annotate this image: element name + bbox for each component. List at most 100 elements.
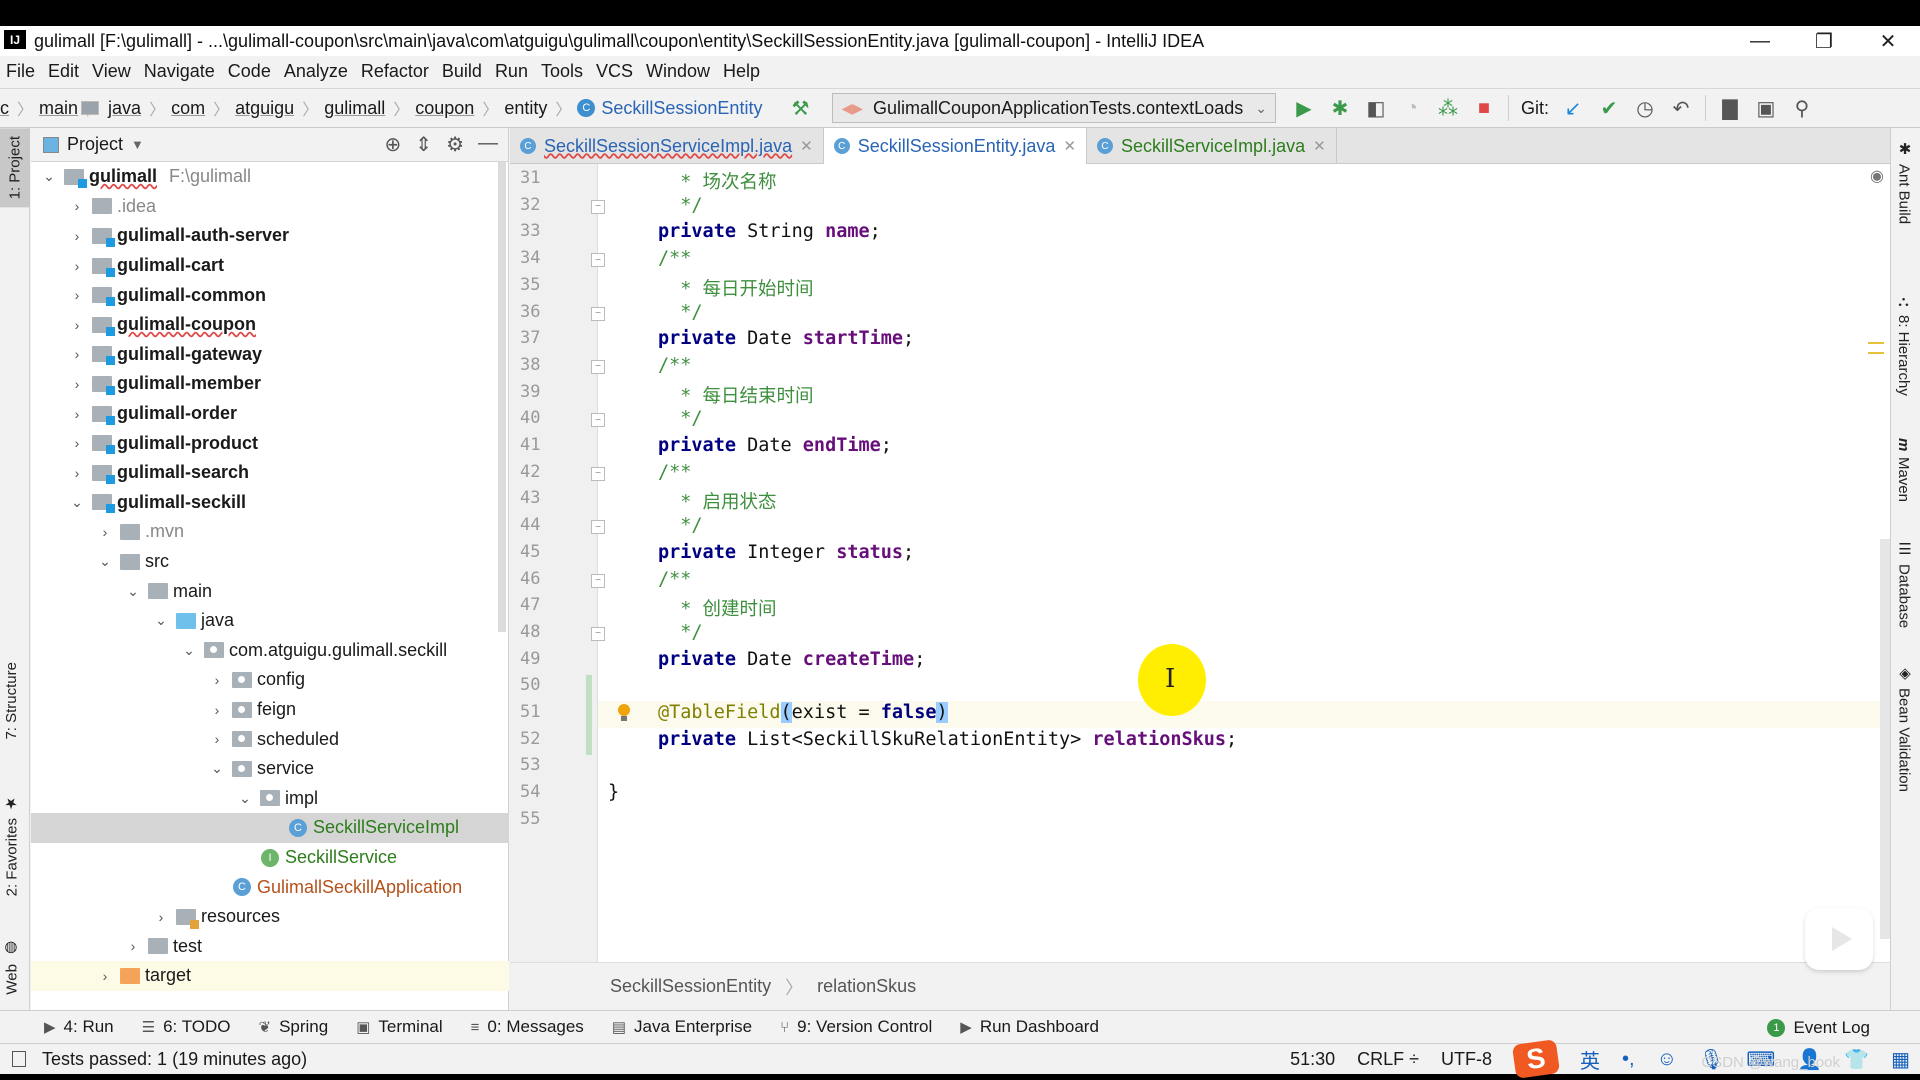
code-line[interactable]: * 启用状态	[658, 488, 776, 514]
close-tab-icon[interactable]: ✕	[800, 137, 813, 155]
code-line[interactable]: * 场次名称	[658, 168, 776, 194]
code-line[interactable]: private Date createTime;	[658, 649, 925, 670]
chevron-right-icon[interactable]: ›	[95, 524, 115, 540]
code-line[interactable]: * 每日结束时间	[658, 382, 813, 408]
menu-view[interactable]: View	[92, 61, 131, 82]
code-line[interactable]: */	[658, 515, 702, 536]
chevron-right-icon[interactable]: ›	[67, 317, 87, 333]
chevron-right-icon[interactable]: ›	[67, 465, 87, 481]
menu-refactor[interactable]: Refactor	[361, 61, 429, 82]
tree-item[interactable]: › feign	[31, 695, 509, 725]
tree-item[interactable]: › config	[31, 665, 509, 695]
code-line[interactable]: private Date endTime;	[658, 435, 892, 456]
code-line[interactable]: */	[658, 302, 702, 323]
nav-crumb-com[interactable]: com 〉	[81, 96, 229, 120]
close-button[interactable]: ✕	[1856, 26, 1920, 56]
warning-marker[interactable]	[1868, 352, 1884, 354]
tab-seckillsessionentity[interactable]: C SeckillSessionEntity.java ✕	[823, 128, 1088, 164]
tool-tab-terminal[interactable]: ▣ Terminal	[356, 1017, 442, 1037]
project-view-select[interactable]: Project	[67, 134, 123, 155]
code-line[interactable]: /**	[658, 569, 691, 590]
code-line[interactable]: private Integer status;	[658, 542, 914, 563]
tool-tab-java-enterprise[interactable]: ▤ Java Enterprise	[612, 1017, 752, 1037]
code-line[interactable]: private List<SeckillSkuRelationEntity> r…	[658, 729, 1237, 750]
tree-item[interactable]: ⌄ main	[31, 576, 509, 606]
tree-item[interactable]: ⌄ impl	[31, 784, 509, 814]
code-line[interactable]: * 每日开始时间	[658, 275, 813, 301]
event-log-button[interactable]: 1 Event Log	[1767, 1011, 1870, 1045]
menu-window[interactable]: Window	[646, 61, 710, 82]
menu-help[interactable]: Help	[723, 61, 760, 82]
tree-item[interactable]: ⌄ gulimall F:\gulimall	[31, 162, 509, 192]
tree-item[interactable]: › gulimall-product	[31, 428, 509, 458]
tool-tab-ant-build[interactable]: ✱ Ant Build	[1895, 140, 1914, 224]
tree-item[interactable]: › target	[31, 961, 509, 991]
vcs-change-marker[interactable]	[586, 675, 592, 756]
tool-tab-bean-validation[interactable]: ◈ Bean Validation	[1895, 664, 1914, 792]
tree-item[interactable]: › gulimall-member	[31, 369, 509, 399]
code-line[interactable]: /**	[658, 462, 691, 483]
tool-tab-hierarchy[interactable]: ⛬ 8: Hierarchy	[1895, 294, 1912, 396]
run-icon[interactable]: ▶	[1286, 96, 1322, 121]
tree-item[interactable]: ⌄ src	[31, 547, 509, 577]
tree-item[interactable]: › gulimall-gateway	[31, 340, 509, 370]
menu-vcs[interactable]: VCS	[596, 61, 633, 82]
tool-tab-messages[interactable]: ≡ 0: Messages	[471, 1017, 584, 1037]
tool-tab-structure[interactable]: 7: Structure	[3, 662, 20, 740]
tool-tab-spring[interactable]: ❦ Spring	[259, 1017, 329, 1037]
fold-toggle-icon[interactable]: −	[591, 573, 605, 588]
tree-item[interactable]: C GulimallSeckillApplication	[31, 872, 509, 902]
tool-tab-run[interactable]: ▶ 4: Run	[44, 1017, 114, 1037]
chevron-down-icon[interactable]: ⌄	[123, 583, 143, 600]
build-hammer-icon[interactable]: ⚒	[782, 96, 818, 121]
video-player-icon[interactable]	[1805, 908, 1873, 970]
tool-tab-database[interactable]: ☰ Database	[1895, 540, 1914, 628]
git-rollback-icon[interactable]: ↶	[1663, 96, 1699, 121]
menu-tools[interactable]: Tools	[541, 61, 583, 82]
code-line[interactable]: * 创建时间	[658, 595, 776, 621]
fold-toggle-icon[interactable]: −	[591, 466, 605, 481]
sogou-ime-icon[interactable]: S	[1511, 1039, 1561, 1079]
tree-item[interactable]: › resources	[31, 902, 509, 932]
chevron-right-icon[interactable]: ›	[67, 346, 87, 362]
chevron-right-icon[interactable]: ›	[207, 731, 227, 747]
caret-position[interactable]: 51:30	[1290, 1049, 1335, 1070]
code-line[interactable]: private Date startTime;	[658, 328, 914, 349]
fold-toggle-icon[interactable]: −	[591, 359, 605, 374]
status-message[interactable]: Tests passed: 1 (19 minutes ago)	[42, 1049, 307, 1070]
git-history-icon[interactable]: ◷	[1627, 96, 1663, 121]
code-editor[interactable]: 31 32 33 34 35 36 37 38 39 40 41 42 43 44 45 46 47 48 49 50…	[510, 164, 1890, 962]
ime-emoji-icon[interactable]: ☺	[1657, 1048, 1677, 1071]
tree-item[interactable]: › test	[31, 932, 509, 962]
chevron-down-icon[interactable]: ⌄	[235, 790, 255, 807]
close-tab-icon[interactable]: ✕	[1313, 137, 1326, 155]
chevron-down-icon[interactable]: ⌄	[39, 168, 59, 185]
tree-item[interactable]: › scheduled	[31, 724, 509, 754]
tool-window-toggle-icon[interactable]	[12, 1051, 26, 1067]
nav-crumb-class[interactable]: C SeckillSessionEntity	[577, 98, 762, 119]
chevron-right-icon[interactable]: ›	[151, 909, 171, 925]
menu-navigate[interactable]: Navigate	[144, 61, 215, 82]
menu-file[interactable]: File	[6, 61, 35, 82]
chevron-right-icon[interactable]: ›	[67, 258, 87, 274]
chevron-down-icon[interactable]: ⌄	[67, 494, 87, 511]
tab-seckillserviceimpl[interactable]: C SeckillServiceImpl.java ✕	[1087, 128, 1337, 164]
chevron-down-icon[interactable]: ⌄	[207, 760, 227, 777]
chevron-right-icon[interactable]: ›	[67, 406, 87, 422]
tree-item[interactable]: › gulimall-search	[31, 458, 509, 488]
tool-tab-web[interactable]: Web ◍	[3, 940, 21, 995]
git-update-icon[interactable]: ↙	[1555, 96, 1591, 121]
close-tab-icon[interactable]: ✕	[1063, 137, 1076, 155]
tree-item[interactable]: I SeckillService	[31, 843, 509, 873]
run-anything-icon[interactable]: ▣	[1748, 96, 1784, 121]
tree-item[interactable]: ⌄ java	[31, 606, 509, 636]
project-structure-icon[interactable]: ▇	[1712, 96, 1748, 121]
nav-crumb-coupon[interactable]: coupon 〉	[81, 96, 498, 120]
hide-panel-icon[interactable]: —	[478, 132, 498, 157]
tree-item[interactable]: ⌄ service	[31, 754, 509, 784]
menu-edit[interactable]: Edit	[48, 61, 79, 82]
fold-toggle-icon[interactable]: −	[591, 626, 605, 641]
tree-item[interactable]: › .mvn	[31, 517, 509, 547]
tree-item[interactable]: › gulimall-order	[31, 399, 509, 429]
chevron-right-icon[interactable]: ›	[67, 228, 87, 244]
